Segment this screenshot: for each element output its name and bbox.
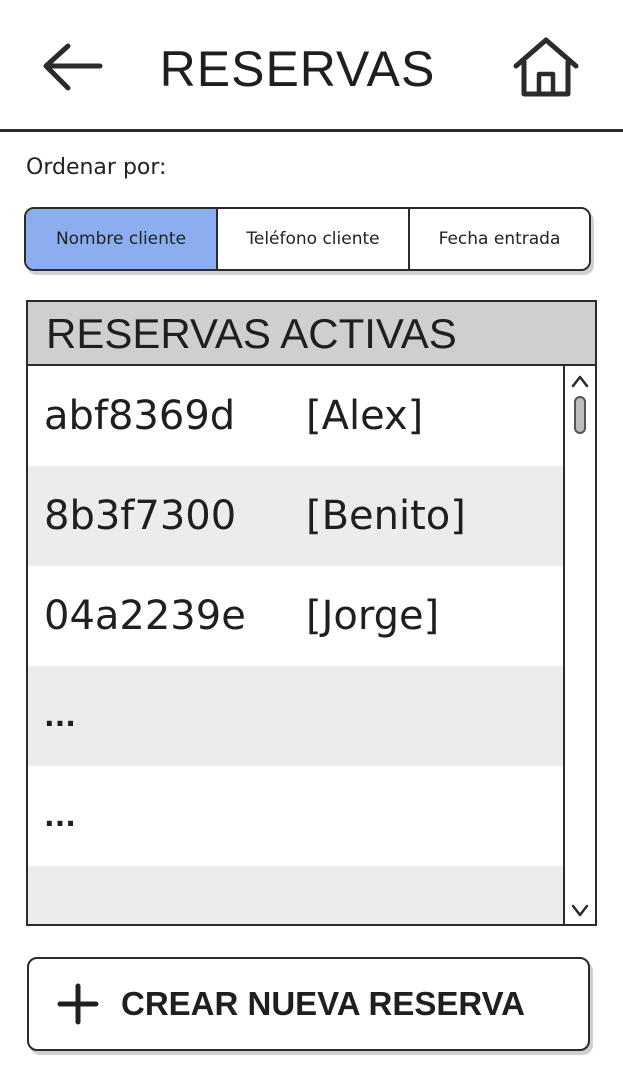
scrollbar-thumb[interactable]: [574, 396, 586, 434]
page-title: RESERVAS: [159, 41, 436, 97]
reservation-code: ...: [44, 799, 76, 833]
reservation-code: 8b3f7300: [44, 493, 237, 539]
header-divider: [0, 129, 623, 132]
home-icon[interactable]: [510, 34, 582, 100]
list-item[interactable]: [28, 866, 563, 924]
reservation-code: 04a2239e: [44, 593, 246, 639]
chevron-down-icon[interactable]: [569, 900, 591, 920]
client-name: [Jorge]: [306, 593, 440, 639]
client-name: [Benito]: [306, 493, 466, 539]
list-scrollbar[interactable]: [563, 366, 595, 924]
sort-segmented-control: Nombre cliente Teléfono cliente Fecha en…: [24, 207, 591, 271]
list-item[interactable]: 04a2239e [Jorge]: [28, 566, 563, 666]
list-title: RESERVAS ACTIVAS: [28, 302, 595, 366]
list-item[interactable]: 8b3f7300 [Benito]: [28, 466, 563, 566]
sort-label: Ordenar por:: [26, 155, 167, 180]
sort-by-phone-button[interactable]: Teléfono cliente: [216, 209, 408, 269]
chevron-up-icon[interactable]: [569, 372, 591, 392]
app-header: RESERVAS: [0, 0, 623, 132]
sort-by-date-button[interactable]: Fecha entrada: [408, 209, 589, 269]
list-item[interactable]: ...: [28, 766, 563, 866]
sort-by-name-button[interactable]: Nombre cliente: [26, 209, 216, 269]
create-reservation-label: CREAR NUEVA RESERVA: [121, 985, 526, 1022]
create-reservation-button[interactable]: CREAR NUEVA RESERVA: [27, 957, 590, 1051]
client-name: [Alex]: [306, 393, 424, 439]
reservation-code: ...: [44, 699, 76, 733]
list-item[interactable]: abf8369d [Alex]: [28, 366, 563, 466]
plus-icon: [57, 983, 99, 1025]
list-item[interactable]: ...: [28, 666, 563, 766]
reservations-list: RESERVAS ACTIVAS abf8369d [Alex] 8b3f730…: [26, 300, 597, 926]
reservation-code: abf8369d: [44, 393, 236, 439]
